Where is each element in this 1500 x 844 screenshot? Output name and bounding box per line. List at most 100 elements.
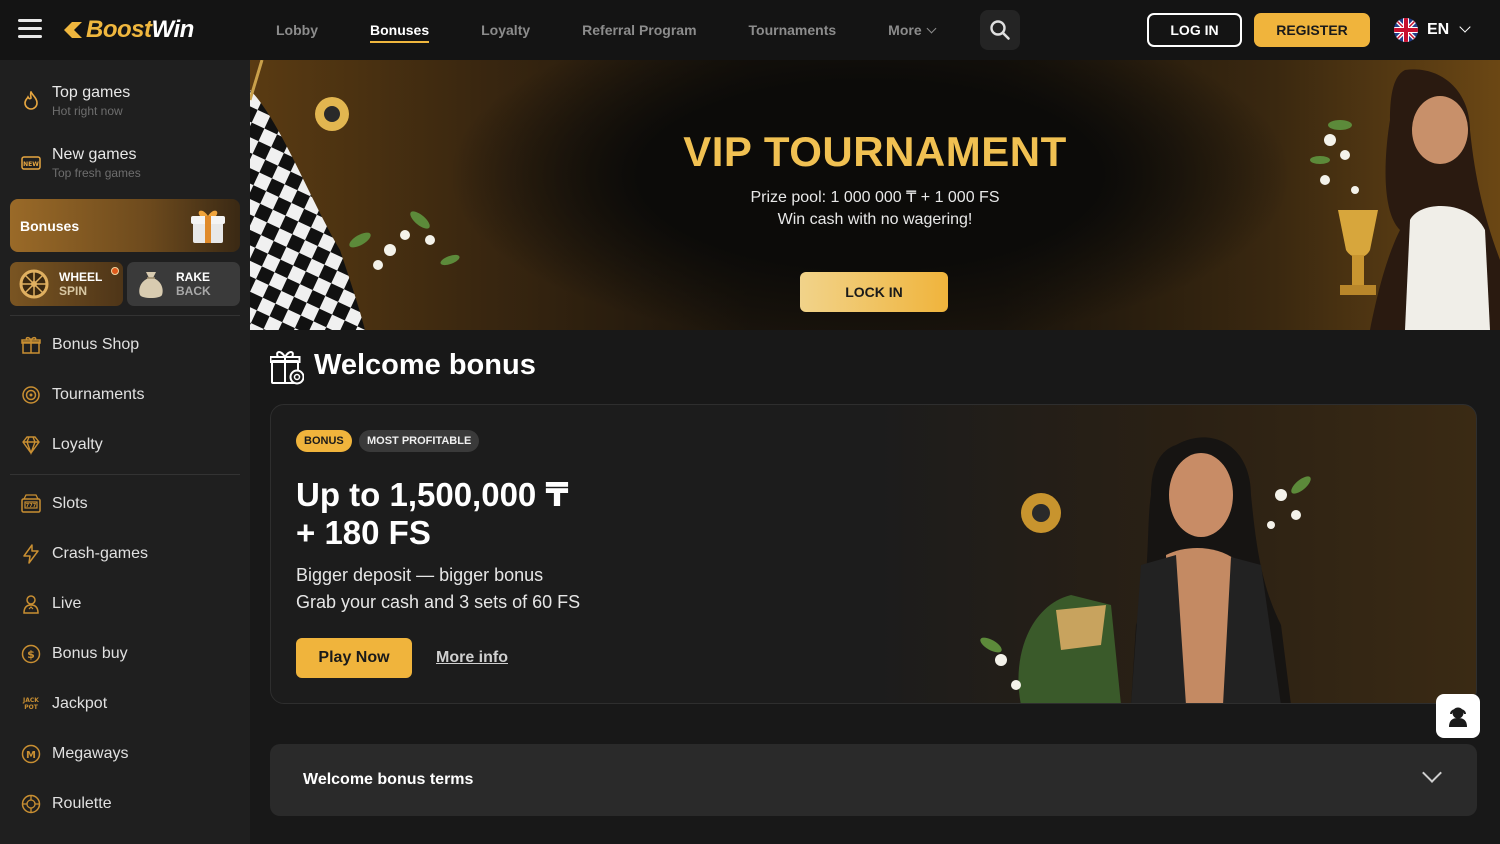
language-label: EN (1427, 21, 1450, 38)
menu-icon[interactable] (18, 19, 42, 41)
new-icon: NEW (20, 152, 42, 174)
wheel-spin-card[interactable]: WHEEL SPIN (10, 262, 123, 306)
banner-title: VIP TOURNAMENT (683, 128, 1067, 175)
slots-icon: 777 (20, 493, 42, 515)
nav-referral-program[interactable]: Referral Program (582, 22, 696, 38)
offer-free-spins: + 180 FS (296, 514, 431, 551)
sidebar-item-label: Slots (52, 495, 88, 512)
sidebar-item-subtitle: Top fresh games (52, 166, 141, 180)
wheel-icon (19, 269, 49, 299)
welcome-bonus-title: Welcome bonus (314, 349, 536, 381)
sidebar: Top games Hot right now NEW New games To… (0, 60, 250, 844)
woman-promo-image (980, 437, 1311, 703)
sidebar-item-top-games[interactable]: Top games Hot right now (20, 76, 240, 126)
main-content: VIP TOURNAMENT Prize pool: 1 000 000 ₸ +… (250, 60, 1500, 844)
lock-in-button[interactable]: LOCK IN (800, 272, 948, 312)
terms-label: Welcome bonus terms (303, 771, 474, 788)
sidebar-item-label: Bonus Shop (52, 336, 140, 353)
sidebar-item-new-games[interactable]: NEW New games Top fresh games (20, 138, 240, 188)
sidebar-item-roulette[interactable]: Roulette (20, 784, 240, 824)
svg-text:JACK: JACK (22, 697, 39, 704)
nav-tournaments[interactable]: Tournaments (749, 22, 837, 38)
sidebar-item-label: Live (52, 595, 82, 612)
sidebar-divider (10, 315, 240, 316)
nav-more-label: More (888, 22, 922, 38)
more-info-link[interactable]: More info (436, 649, 508, 667)
nav-more[interactable]: More (888, 22, 937, 38)
svg-text:NEW: NEW (23, 161, 39, 168)
sidebar-item-label: Megaways (52, 745, 129, 762)
offer-description-line2: Grab your cash and 3 sets of 60 FS (296, 592, 581, 612)
offer-amount: Up to 1,500,000 ₸ (296, 476, 569, 513)
search-button[interactable] (980, 10, 1020, 50)
dollar-icon: $ (20, 643, 42, 665)
logo-mark-icon (64, 22, 82, 38)
target-icon (20, 384, 42, 406)
welcome-bonus-card: BONUS MOST PROFITABLE Up to 1,500,000 ₸ … (270, 404, 1477, 704)
jackpot-icon: JACK POT (20, 693, 42, 715)
chevron-down-icon (1459, 21, 1471, 33)
rake-back-card[interactable]: RAKE BACK (127, 262, 240, 306)
nav-bonuses[interactable]: Bonuses (370, 22, 430, 43)
roulette-icon (20, 793, 42, 815)
sidebar-item-title: Top games (52, 84, 131, 101)
sidebar-item-bonus-shop[interactable]: Bonus Shop (20, 325, 240, 365)
gift-box-icon (191, 210, 225, 243)
sidebar-item-subtitle: Hot right now (52, 104, 123, 118)
language-selector[interactable]: EN (1394, 18, 1471, 42)
megaways-icon: M (20, 743, 42, 765)
gift-icon (20, 334, 42, 356)
sidebar-item-bonus-buy[interactable]: $ Bonus buy (20, 634, 240, 674)
logo-boost: Boost (86, 16, 152, 43)
nav-loyalty[interactable]: Loyalty (481, 22, 530, 38)
svg-text:POT: POT (24, 704, 38, 711)
logo-win: Win (151, 16, 195, 43)
wheel-line1: WHEEL (59, 270, 103, 284)
chevron-down-icon (1422, 763, 1442, 783)
most-profitable-badge: MOST PROFITABLE (359, 430, 480, 452)
sidebar-item-label: Tournaments (52, 386, 145, 403)
offer-description-line1: Bigger deposit — bigger bonus (296, 565, 544, 585)
sidebar-item-live[interactable]: Live (20, 584, 240, 624)
register-button[interactable]: REGISTER (1254, 13, 1370, 47)
rake-line1: RAKE (176, 270, 211, 284)
support-chat-button[interactable] (1436, 694, 1480, 738)
sidebar-item-label: Bonus buy (52, 645, 128, 662)
banner-prize-pool: Prize pool: 1 000 000 ₸ + 1 000 FS (750, 189, 1000, 206)
dealer-icon (20, 593, 42, 615)
search-icon (990, 20, 1010, 40)
sidebar-item-slots[interactable]: 777 Slots (20, 484, 240, 524)
main-nav: Lobby Bonuses Loyalty Referral Program T… (276, 0, 987, 60)
sidebar-item-label: Jackpot (52, 695, 108, 712)
svg-text:M: M (26, 750, 36, 761)
sidebar-item-label: Crash-games (52, 545, 149, 562)
money-bag-icon (139, 272, 163, 298)
bonuses-card-label: Bonuses (20, 218, 80, 234)
flame-icon (20, 90, 42, 112)
uk-flag-icon (1394, 18, 1418, 42)
logo[interactable]: BoostWin (62, 15, 194, 45)
sidebar-item-megaways[interactable]: M Megaways (20, 734, 240, 774)
welcome-bonus-terms-accordion[interactable]: Welcome bonus terms (270, 744, 1477, 816)
sidebar-bonuses-card[interactable]: Bonuses (10, 199, 240, 252)
gift-chip-icon (270, 351, 304, 385)
nav-lobby[interactable]: Lobby (276, 22, 318, 38)
login-button[interactable]: LOG IN (1147, 13, 1242, 47)
sidebar-item-loyalty[interactable]: Loyalty (20, 425, 240, 465)
play-now-button[interactable]: Play Now (296, 638, 412, 678)
svg-text:777: 777 (26, 503, 37, 509)
sidebar-item-crash-games[interactable]: Crash-games (20, 534, 240, 574)
sidebar-item-label: Roulette (52, 795, 112, 812)
support-agent-icon (1449, 707, 1467, 727)
top-bar: BoostWin Lobby Bonuses Loyalty Referral … (0, 0, 1500, 60)
sidebar-item-tournaments[interactable]: Tournaments (20, 375, 240, 415)
sidebar-item-title: New games (52, 146, 137, 163)
sidebar-item-jackpot[interactable]: JACK POT Jackpot (20, 684, 240, 724)
rake-line2: BACK (176, 284, 211, 298)
chevron-down-icon (926, 23, 937, 34)
bonus-badge: BONUS (296, 430, 352, 452)
banner-subtitle: Win cash with no wagering! (777, 211, 973, 228)
notification-dot (111, 267, 119, 275)
sidebar-divider (10, 474, 240, 475)
vip-tournament-banner: VIP TOURNAMENT Prize pool: 1 000 000 ₸ +… (250, 60, 1500, 330)
